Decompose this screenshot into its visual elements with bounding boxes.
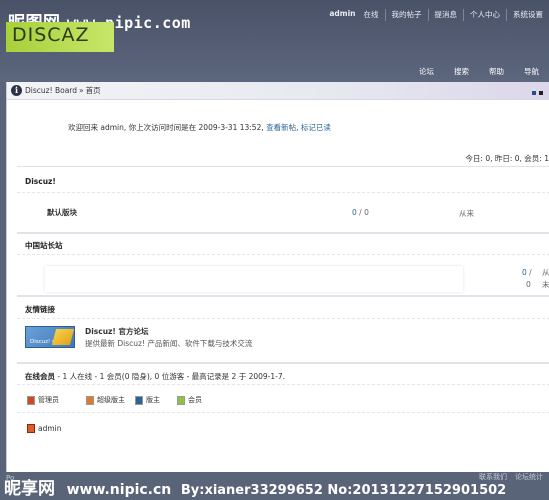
online-user-name[interactable]: admin bbox=[38, 424, 62, 433]
breadcrumb-current: 首页 bbox=[85, 86, 101, 95]
divider bbox=[17, 412, 549, 413]
mark-read-link[interactable]: 标记已读 bbox=[301, 123, 331, 132]
category-title[interactable]: Discuz! bbox=[25, 177, 56, 186]
topnav-messages[interactable]: 提消息 bbox=[427, 9, 464, 21]
welcome-separator: , bbox=[296, 123, 299, 132]
forum-row-placeholder bbox=[45, 266, 463, 292]
divider bbox=[17, 166, 549, 167]
legend-label: 版主 bbox=[146, 396, 160, 404]
forum-logo[interactable]: DISCAZ bbox=[6, 22, 114, 52]
online-summary: 在线会员 - 1 人在线 - 1 会员(0 隐身), 0 位游客 - 最高记录是… bbox=[25, 371, 285, 382]
mod-user-icon bbox=[135, 395, 143, 405]
watermark-bottom: 昵享网 www.nipic.cn By:xianer33299652 No:20… bbox=[4, 474, 549, 498]
topnav-profile[interactable]: 个人中心 bbox=[463, 9, 506, 21]
style-switch-icon[interactable] bbox=[539, 91, 543, 95]
legend-mod: 版主 bbox=[135, 395, 160, 405]
forum-topics: 0 bbox=[352, 208, 357, 217]
forum2-last-2: 未 bbox=[542, 280, 549, 289]
legend-label: 会员 bbox=[188, 396, 202, 404]
divider bbox=[17, 254, 549, 255]
forum2-topics: 0 bbox=[522, 268, 527, 277]
forum2-counts-slash: / bbox=[529, 268, 532, 277]
admin-user-icon bbox=[27, 424, 35, 433]
legend-label: 超级版主 bbox=[97, 396, 125, 404]
online-text: - 1 人在线 - 1 会员(0 隐身), 0 位游客 - 最高记录是 2 于 … bbox=[57, 372, 286, 381]
divider bbox=[17, 232, 549, 234]
forum-posts: 0 bbox=[364, 208, 369, 217]
divider bbox=[17, 362, 549, 364]
friend-link-logo[interactable]: Discuz! net bbox=[25, 326, 75, 348]
divider bbox=[17, 318, 549, 319]
forum-name[interactable]: 默认版块 bbox=[47, 207, 77, 218]
topnav-user[interactable]: admin bbox=[323, 9, 361, 21]
breadcrumb-board[interactable]: Discuz! Board bbox=[25, 86, 77, 95]
nav-guide[interactable]: 导航 bbox=[514, 66, 549, 77]
friend-link-desc: 提供最新 Discuz! 产品新闻、软件下载与技术交流 bbox=[85, 339, 253, 348]
legend-member: 会员 bbox=[177, 395, 202, 405]
watermark-bottom-by: By:xianer33299652 No:20131227152901502 bbox=[180, 483, 507, 498]
divider bbox=[17, 295, 549, 297]
main-nav: 论坛 搜索 帮助 导航 bbox=[409, 66, 549, 77]
watermark-bottom-cn: 昵享网 bbox=[4, 479, 55, 498]
nav-help[interactable]: 帮助 bbox=[479, 66, 514, 77]
forum2-counts: 0 / bbox=[522, 268, 532, 277]
forum2-last-1: 从 bbox=[542, 268, 549, 277]
divider bbox=[17, 384, 549, 385]
watermark-bottom-url: www.nipic.cn bbox=[66, 482, 172, 498]
member-user-icon bbox=[177, 395, 185, 405]
view-new-posts-link[interactable]: 查看新帖 bbox=[266, 123, 296, 132]
forum-counts: 0 / 0 bbox=[352, 208, 369, 217]
legend-admin: 管理员 bbox=[27, 395, 59, 405]
admin-user-icon bbox=[27, 395, 35, 405]
forum-counts-slash: / bbox=[359, 208, 362, 217]
forum-stats: 今日: 0, 昨日: 0, 会员: 1 bbox=[465, 154, 549, 163]
topnav-online[interactable]: 在线 bbox=[362, 9, 385, 21]
header: 昵图网 www.nipic.com DISCAZ admin 在线 我的帖子 提… bbox=[0, 0, 549, 82]
topnav-settings[interactable]: 系统设置 bbox=[506, 9, 549, 21]
online-label[interactable]: 在线会员 bbox=[25, 372, 55, 381]
super-mod-user-icon bbox=[86, 395, 94, 405]
category-title: 友情链接 bbox=[25, 305, 55, 314]
friend-link-title[interactable]: Discuz! 官方论坛 bbox=[85, 326, 148, 337]
topnav-my-posts[interactable]: 我的帖子 bbox=[384, 9, 428, 21]
main-content: i Discuz! Board » 首页 欢迎回来 admin, 你上次访问时间… bbox=[6, 82, 549, 472]
legend-super-mod: 超级版主 bbox=[86, 395, 125, 405]
info-icon: i bbox=[11, 85, 22, 96]
nav-forum[interactable]: 论坛 bbox=[409, 66, 444, 77]
online-user[interactable]: admin bbox=[27, 424, 62, 433]
breadcrumb: i Discuz! Board » 首页 bbox=[7, 82, 549, 100]
welcome-text: 欢迎回来 admin, 你上次访问时间是在 2009-3-31 13:52, bbox=[68, 123, 264, 132]
forum-last-post: 从来 bbox=[459, 209, 474, 218]
breadcrumb-separator: » bbox=[79, 86, 84, 95]
style-switch-icon[interactable] bbox=[532, 91, 536, 95]
top-nav: admin 在线 我的帖子 提消息 个人中心 系统设置 bbox=[323, 9, 549, 21]
forum2-posts: 0 bbox=[526, 280, 531, 289]
category-title[interactable]: 中国站长站 bbox=[25, 240, 63, 251]
welcome-message: 欢迎回来 admin, 你上次访问时间是在 2009-3-31 13:52, 查… bbox=[68, 122, 331, 133]
nav-search[interactable]: 搜索 bbox=[444, 66, 479, 77]
legend-label: 管理员 bbox=[38, 396, 59, 404]
divider bbox=[17, 192, 549, 193]
